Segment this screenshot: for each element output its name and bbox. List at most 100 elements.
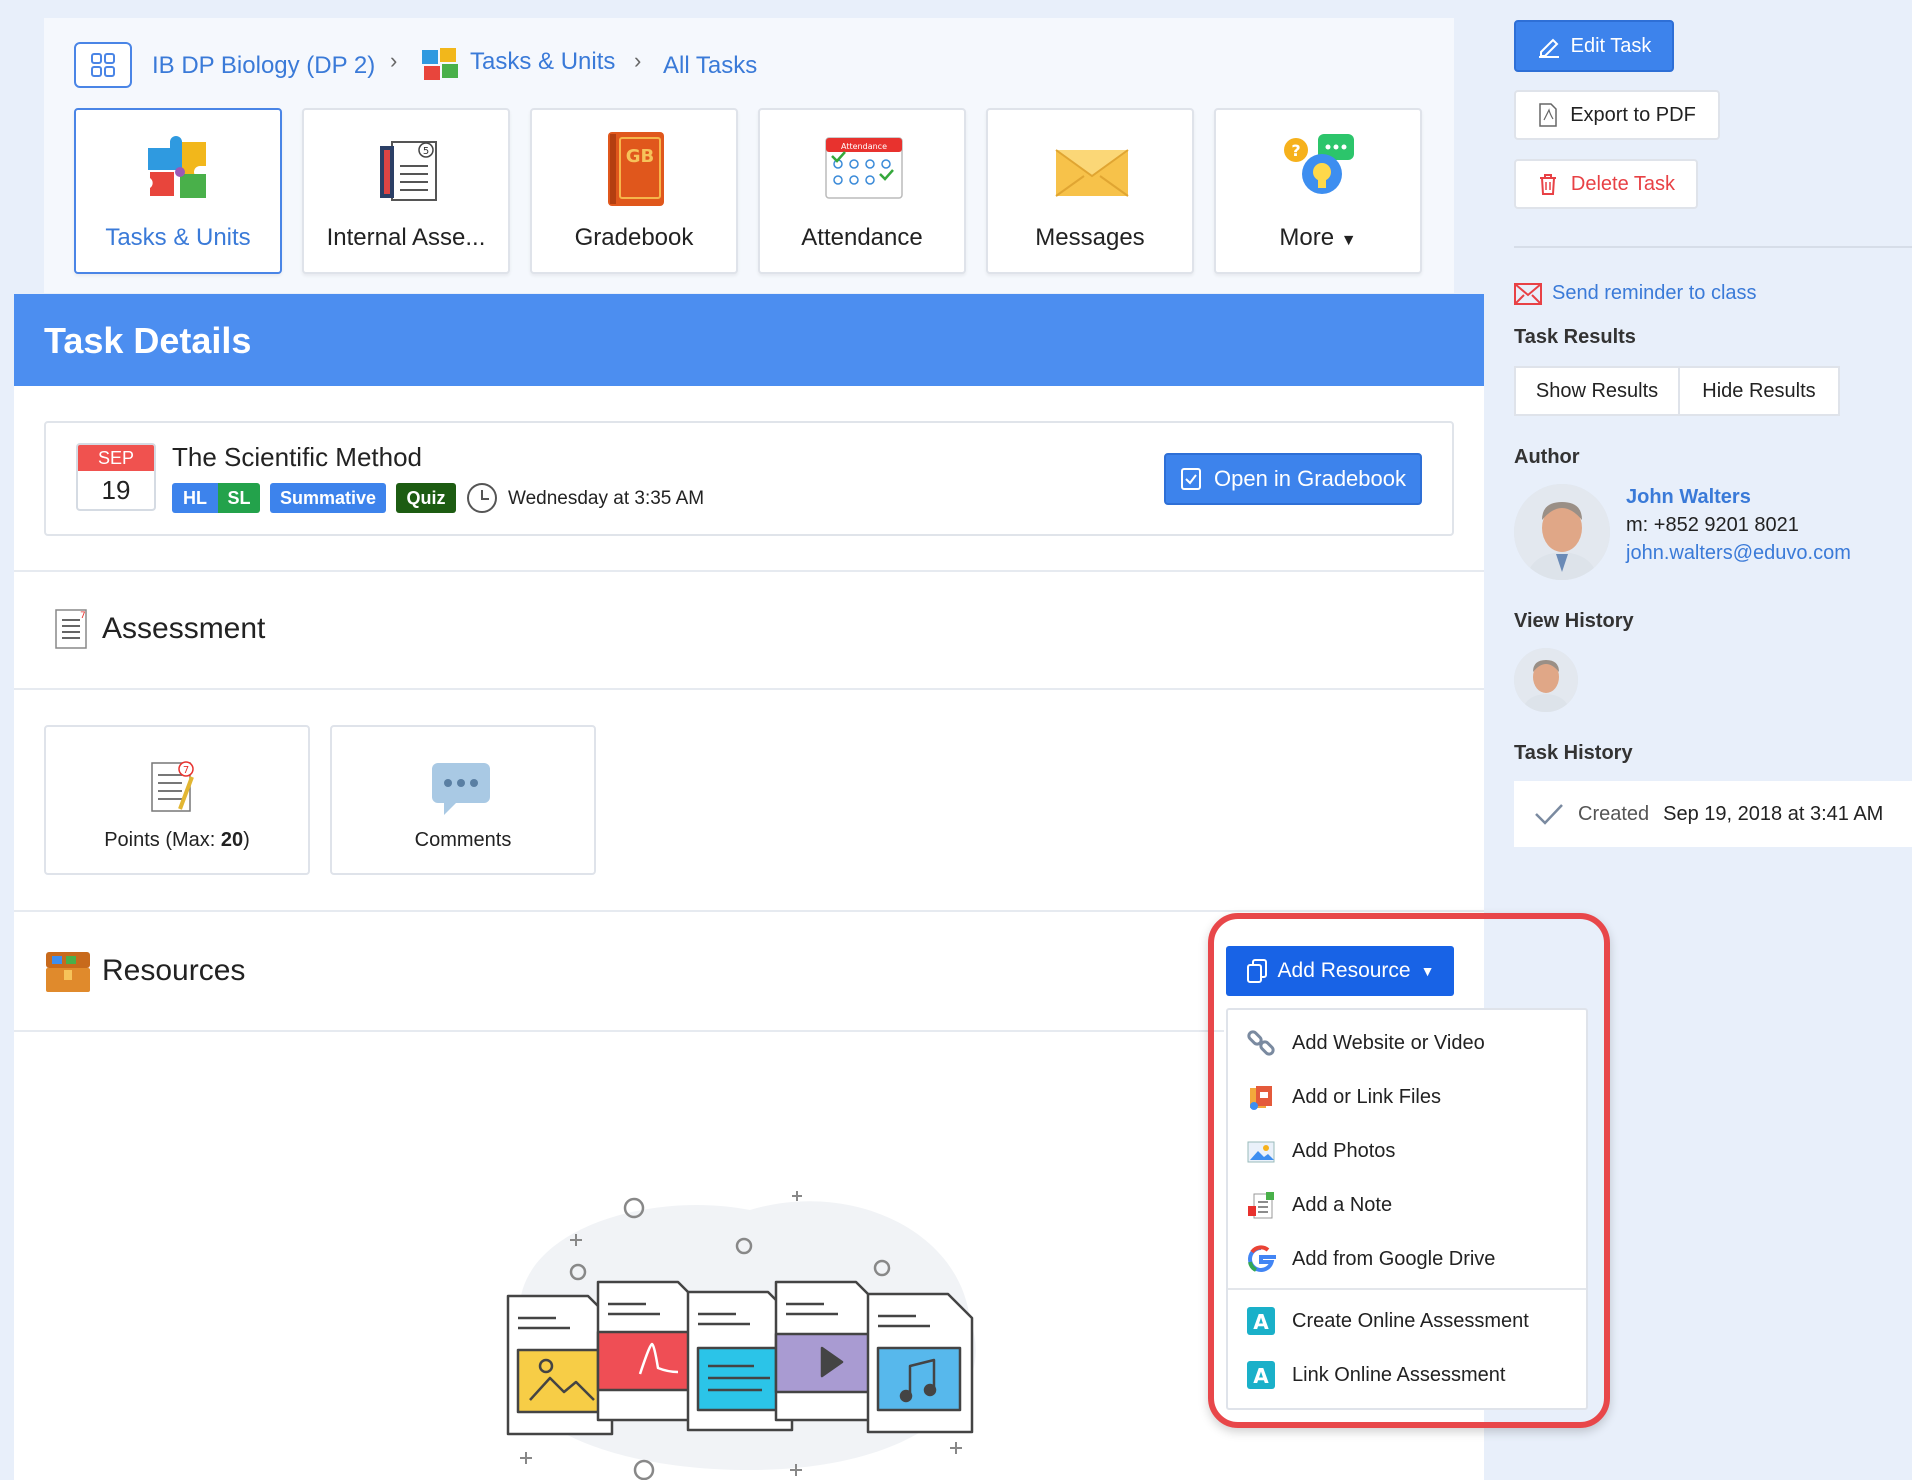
menu-item-add-photos[interactable]: Add Photos (1246, 1131, 1395, 1171)
breadcrumb-current[interactable]: All Tasks (663, 52, 757, 80)
caret-down-icon: ▼ (1420, 963, 1435, 979)
history-entry: Created Sep 19, 2018 at 3:41 AM (1514, 781, 1912, 847)
export-pdf-button[interactable]: Export to PDF (1514, 90, 1720, 140)
pencil-icon (1538, 38, 1559, 58)
add-resource-button[interactable]: Add Resource ▼ (1226, 946, 1454, 996)
points-label: Points (Max: 20) (46, 829, 308, 852)
tile-messages[interactable]: Messages (986, 108, 1194, 274)
tag-quiz: Quiz (396, 483, 456, 513)
menu-item-label: Link Online Assessment (1292, 1363, 1506, 1386)
author-phone: m: +852 9201 8021 (1626, 514, 1799, 536)
clock-icon (467, 483, 497, 513)
divider (14, 688, 1484, 690)
tile-attendance[interactable]: Attendance Attendance (758, 108, 966, 274)
online-assessment-icon: A (1247, 1361, 1275, 1389)
breadcrumb-section[interactable]: Tasks & Units (470, 48, 615, 76)
mail-icon (1514, 282, 1542, 305)
tile-gradebook[interactable]: GB Gradebook (530, 108, 738, 274)
author-heading: Author (1514, 446, 1580, 468)
comment-bubble-icon (432, 763, 490, 815)
tile-more-label: More (1279, 224, 1335, 251)
menu-item-label: Add from Google Drive (1292, 1247, 1496, 1270)
chat-bulb-icon: ? (1284, 134, 1354, 194)
tile-label: Attendance (801, 224, 923, 251)
attendance-icon: Attendance (825, 137, 903, 199)
breadcrumb-course[interactable]: IB DP Biology (DP 2) (152, 52, 375, 80)
puzzle-icon (148, 136, 206, 198)
photo-icon (1247, 1141, 1275, 1163)
pdf-icon (1539, 103, 1557, 127)
tile-tasks-units[interactable]: Tasks & Units (74, 108, 282, 274)
tile-internal-assessment[interactable]: 5 Internal Asse... (302, 108, 510, 274)
menu-item-add-website-or-video[interactable]: Add Website or Video (1246, 1023, 1485, 1063)
resources-heading: Resources (102, 954, 246, 987)
date-month: SEP (78, 445, 154, 471)
menu-divider (1228, 1288, 1586, 1290)
author-email[interactable]: john.walters@eduvo.com (1626, 542, 1851, 565)
due-date: Wednesday at 3:35 AM (508, 488, 705, 509)
show-results-button[interactable]: Show Results (1514, 366, 1680, 416)
assessment-icon-letter: A (1253, 1310, 1269, 1334)
open-in-gradebook-label: Open in Gradebook (1213, 466, 1407, 491)
menu-item-label: Create Online Assessment (1292, 1309, 1529, 1332)
menu-item-add-or-link-files[interactable]: Add or Link Files (1246, 1077, 1441, 1117)
gradebook-icon-text: GB (626, 146, 655, 167)
breadcrumb-separator: › (390, 48, 398, 73)
task-title: The Scientific Method (172, 442, 423, 472)
view-history-heading: View History (1514, 610, 1634, 632)
menu-item-add-a-note[interactable]: Add a Note (1246, 1185, 1392, 1225)
comments-card[interactable]: Comments (330, 725, 596, 875)
history-date: Sep 19, 2018 at 3:41 AM (1663, 802, 1884, 825)
open-in-gradebook-button[interactable]: Open in Gradebook (1164, 453, 1422, 505)
page-title: Task Details (44, 320, 252, 361)
svg-text:7: 7 (183, 765, 189, 776)
divider (14, 1030, 1224, 1032)
internal-assessment-icon: 5 (380, 141, 437, 201)
edit-task-button[interactable]: Edit Task (1514, 20, 1674, 72)
menu-item-label: Add or Link Files (1292, 1085, 1441, 1108)
trash-icon (1539, 174, 1556, 195)
tile-label: More ▼ (1216, 224, 1420, 252)
points-label-suffix: ) (243, 829, 250, 851)
menu-item-create-online-assessment[interactable]: A Create Online Assessment (1246, 1301, 1529, 1341)
date-day: 19 (101, 475, 131, 505)
author-name[interactable]: John Walters (1626, 486, 1751, 509)
viewer-photo (1514, 648, 1578, 712)
gradebook-icon: GB (608, 132, 664, 206)
grid-icon (91, 53, 115, 77)
treasure-chest-icon (46, 952, 90, 992)
points-max: 20 (220, 829, 244, 851)
svg-text:?: ? (1291, 141, 1300, 160)
menu-item-link-online-assessment[interactable]: A Link Online Assessment (1246, 1355, 1505, 1395)
tile-label: Internal Asse... (326, 224, 486, 251)
gradebook-open-icon (1180, 468, 1201, 490)
apps-grid-button[interactable] (74, 42, 132, 88)
online-assessment-icon: A (1247, 1307, 1275, 1335)
comments-label: Comments (414, 829, 512, 851)
hide-results-button[interactable]: Hide Results (1678, 366, 1840, 416)
send-reminder-link[interactable]: Send reminder to class (1514, 282, 1757, 305)
tile-more[interactable]: ? More ▼ (1214, 108, 1422, 274)
points-card[interactable]: 7 Points (Max: 20) (44, 725, 310, 875)
google-drive-icon (1248, 1245, 1276, 1272)
delete-task-label: Delete Task (1570, 172, 1676, 195)
delete-task-button[interactable]: Delete Task (1514, 159, 1698, 209)
task-results-heading: Task Results (1514, 326, 1636, 348)
edit-task-label: Edit Task (1570, 34, 1652, 57)
breadcrumb-separator: › (634, 48, 642, 73)
avatar (1514, 484, 1610, 580)
menu-item-label: Add Photos (1292, 1139, 1396, 1162)
export-pdf-label: Export to PDF (1570, 103, 1696, 126)
add-resource-label: Add Resource (1277, 959, 1411, 982)
points-label-prefix: Points (Max: (104, 829, 221, 851)
menu-item-add-from-google-drive[interactable]: Add from Google Drive (1246, 1239, 1495, 1279)
divider (14, 570, 1484, 572)
viewer-avatar[interactable] (1514, 648, 1578, 712)
tag-sl: SL (218, 483, 260, 513)
task-history-heading: Task History (1514, 742, 1633, 764)
send-reminder-label: Send reminder to class (1552, 282, 1757, 304)
link-icon (1247, 1030, 1275, 1056)
assessment-heading: Assessment (102, 612, 266, 645)
history-label: Created (1578, 802, 1650, 825)
envelope-icon (1055, 149, 1129, 197)
